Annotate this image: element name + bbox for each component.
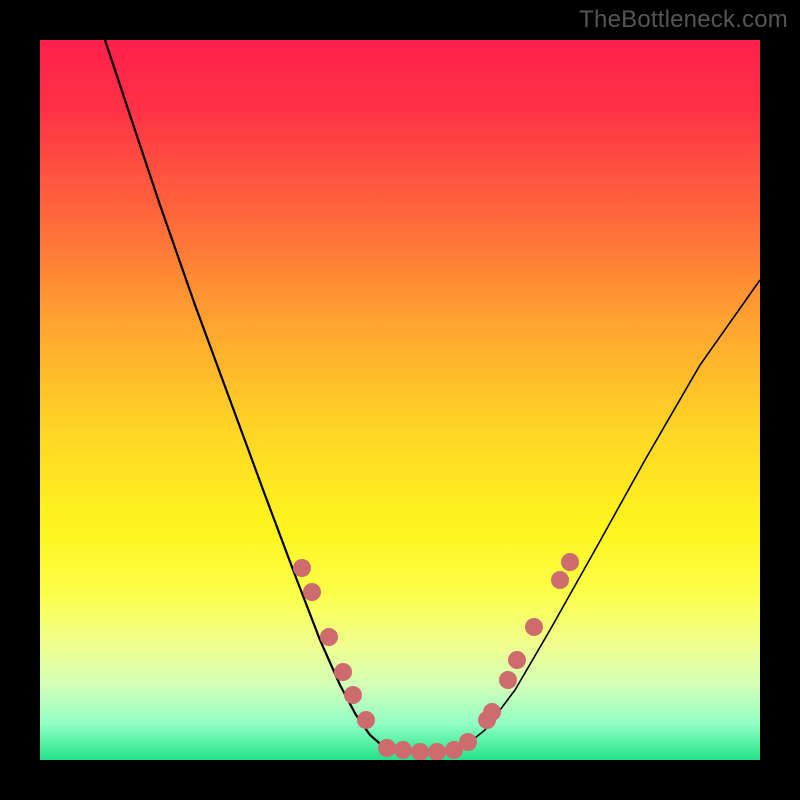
data-point [303, 583, 321, 601]
data-point [394, 741, 412, 759]
data-point [344, 686, 362, 704]
data-point [525, 618, 543, 636]
data-point [551, 571, 569, 589]
data-point [334, 663, 352, 681]
data-point [293, 559, 311, 577]
data-point [561, 553, 579, 571]
curve-layer [40, 40, 760, 760]
data-point [428, 743, 446, 760]
data-point [411, 743, 429, 760]
dots-layer [293, 553, 579, 760]
plot-area [40, 40, 760, 760]
data-point [459, 733, 477, 751]
data-point [499, 671, 517, 689]
right-curve [440, 280, 760, 752]
watermark-text: TheBottleneck.com [579, 6, 788, 34]
data-point [378, 739, 396, 757]
data-point [508, 651, 526, 669]
data-point [483, 703, 501, 721]
chart-frame: TheBottleneck.com [0, 0, 800, 800]
data-point [357, 711, 375, 729]
left-curve [105, 40, 400, 750]
data-point [320, 628, 338, 646]
